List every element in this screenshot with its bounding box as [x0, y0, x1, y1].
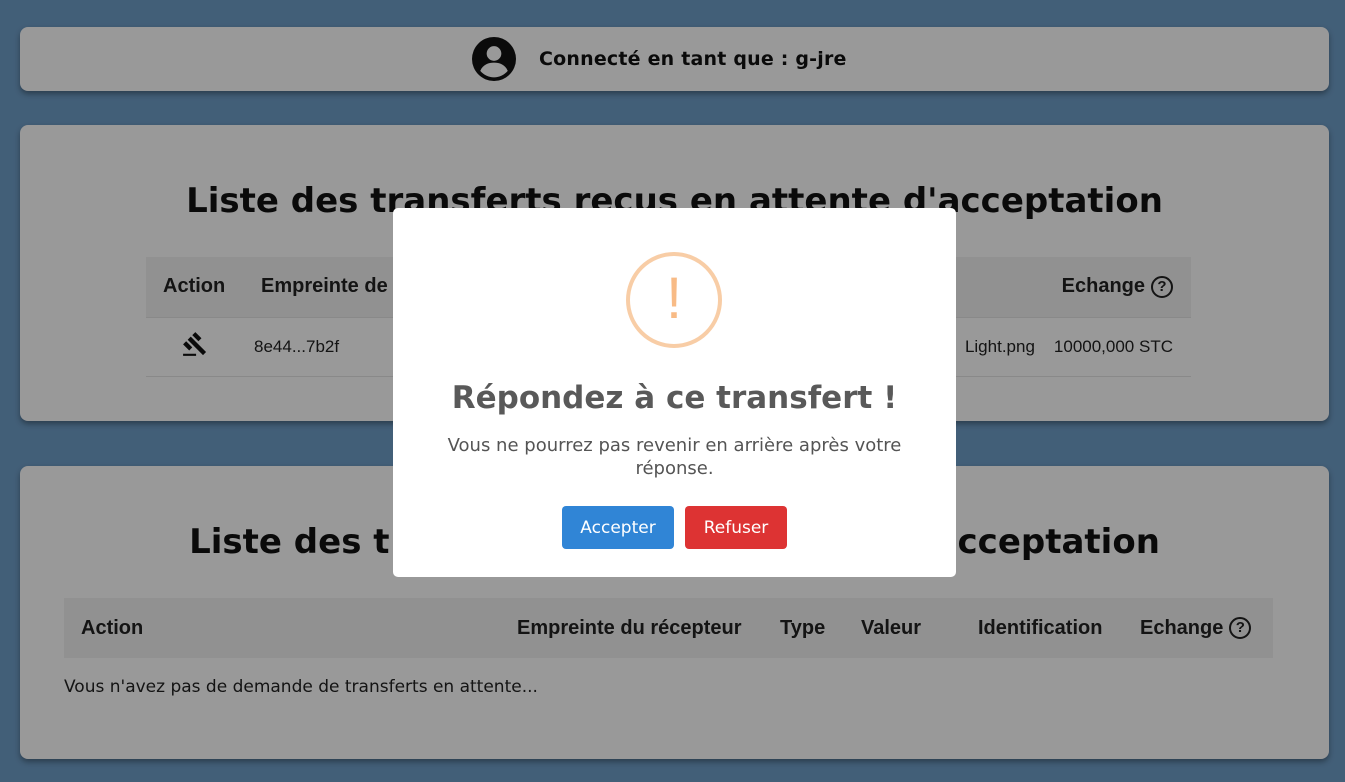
confirm-transfer-dialog: ! Répondez à ce transfert ! Vous ne pour… — [393, 208, 956, 577]
refuse-button[interactable]: Refuser — [685, 506, 787, 549]
dialog-title: Répondez à ce transfert ! — [451, 380, 898, 416]
warning-icon: ! — [626, 252, 722, 348]
dialog-message: Vous ne pourrez pas revenir en arrière a… — [447, 435, 902, 479]
accept-button[interactable]: Accepter — [562, 506, 674, 549]
